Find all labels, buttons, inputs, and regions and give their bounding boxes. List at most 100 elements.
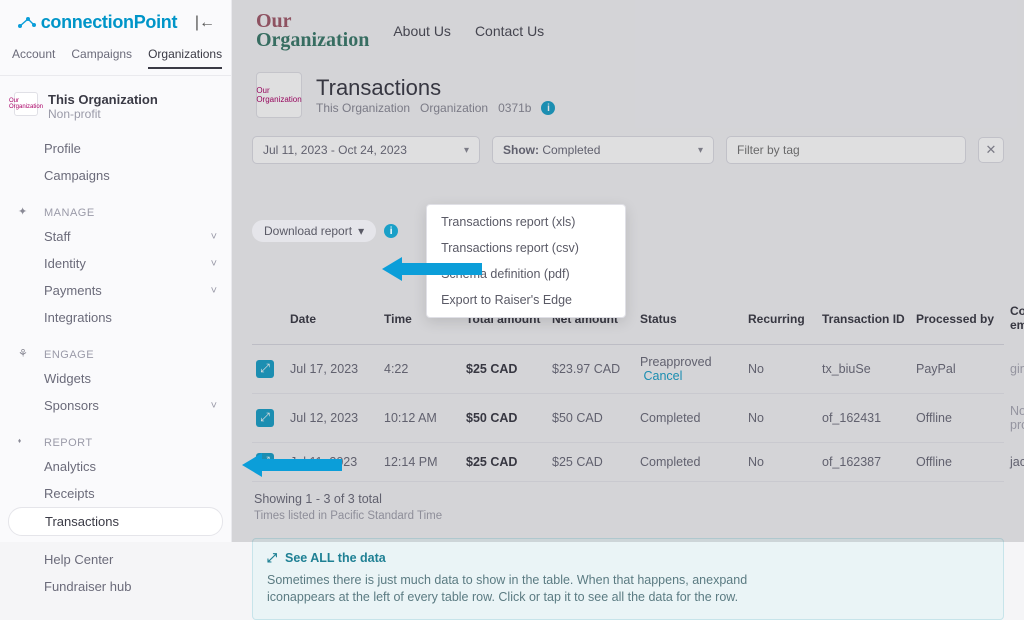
tab-account[interactable]: Account (12, 47, 55, 69)
nav-analytics[interactable]: Analytics (0, 453, 231, 480)
tools-icon: ✦ (18, 205, 28, 218)
filter-date-range[interactable]: Jul 11, 2023 - Oct 24, 2023▾ (252, 136, 480, 164)
cell-date: Jul 12, 2023 (290, 411, 376, 425)
nav-profile[interactable]: Profile (0, 135, 231, 162)
expand-row-icon[interactable]: ⤢ (256, 409, 274, 427)
cell-total: $25 CAD (466, 362, 544, 376)
chevron-down-icon: ˅ (211, 231, 217, 243)
cell-email: jackslack@cptest.me (1010, 455, 1024, 469)
cell-recurring: No (748, 362, 814, 376)
nav-sponsors[interactable]: Sponsors˅ (0, 392, 231, 419)
cell-time: 12:14 PM (384, 455, 458, 469)
cell-total: $25 CAD (466, 455, 544, 469)
th-date[interactable]: Date (290, 312, 376, 326)
nav-payments[interactable]: Payments˅ (0, 277, 231, 304)
org-avatar: Our Organization (14, 92, 38, 116)
info-icon[interactable]: i (541, 101, 555, 115)
tab-campaigns[interactable]: Campaigns (71, 47, 132, 69)
th-email[interactable]: Contributor email i (1010, 304, 1024, 334)
filter-tag-input[interactable] (726, 136, 966, 164)
menu-item-transactions-xls[interactable]: Transactions report (xls) (427, 209, 625, 235)
cell-processed: PayPal (916, 362, 1002, 376)
page-title: Transactions (316, 75, 555, 101)
nav-fundraiser-hub[interactable]: Fundraiser hub (0, 573, 231, 600)
chevron-down-icon: ˅ (211, 258, 217, 270)
nav-head-report: ⬪ REPORT (0, 429, 231, 453)
cell-txid: of_162431 (822, 411, 908, 425)
cell-net: $50 CAD (552, 411, 632, 425)
page-header: Our Organization Transactions This Organ… (232, 58, 1024, 128)
cell-net: $25 CAD (552, 455, 632, 469)
topnav-contact[interactable]: Contact Us (475, 23, 544, 39)
transactions-table: Date Time Total amount Net amount Status… (232, 294, 1024, 482)
info-icon[interactable]: i (384, 224, 398, 238)
expand-icon: ⤢ (267, 551, 277, 566)
cell-txid: of_162387 (822, 455, 908, 469)
nav-identity[interactable]: Identity˅ (0, 250, 231, 277)
nav-head-engage: ⚘ ENGAGE (0, 341, 231, 365)
caret-down-icon: ▾ (464, 145, 469, 156)
org-type: Non-profit (48, 107, 158, 121)
cell-email: None provided (1010, 404, 1024, 432)
sidebar: connectionPoint |← Account Campaigns Org… (0, 0, 232, 542)
org-brand: Our Organization (256, 12, 369, 50)
chart-icon: ⬪ (18, 435, 22, 448)
cell-txid: tx_biuSe (822, 362, 908, 376)
table-row: ⤢ Jul 17, 2023 4:22 $25 CAD $23.97 CAD P… (252, 345, 1004, 394)
cell-time: 10:12 AM (384, 411, 458, 425)
page-sub-org: This Organization (316, 101, 410, 115)
context-tabs: Account Campaigns Organizations Enterpri… (0, 41, 231, 76)
nav-integrations[interactable]: Integrations (0, 304, 231, 331)
cell-time: 4:22 (384, 362, 458, 376)
topnav-about[interactable]: About Us (393, 23, 451, 39)
filter-bar: Jul 11, 2023 - Oct 24, 2023▾ Show: Compl… (232, 128, 1024, 168)
download-report-button[interactable]: Download report▾ (252, 220, 376, 242)
site-top-nav: Our Organization About Us Contact Us (232, 0, 1024, 58)
table-row: ⤢ Jul 11, 2023 12:14 PM $25 CAD $25 CAD … (252, 443, 1004, 482)
cell-date: Jul 17, 2023 (290, 362, 376, 376)
cell-status: Preapproved Cancel (640, 355, 740, 383)
org-block: Our Organization This Organization Non-p… (0, 76, 231, 131)
callout-title: See ALL the data (285, 551, 386, 565)
menu-item-export-raisers-edge[interactable]: Export to Raiser's Edge (427, 287, 625, 313)
table-header-row: Date Time Total amount Net amount Status… (252, 294, 1004, 345)
page-avatar: Our Organization (256, 72, 302, 118)
table-row: ⤢ Jul 12, 2023 10:12 AM $50 CAD $50 CAD … (252, 394, 1004, 443)
th-status[interactable]: Status (640, 312, 740, 326)
nav-campaigns[interactable]: Campaigns (0, 162, 231, 189)
clear-tag-button[interactable]: ✕ (978, 137, 1004, 163)
th-txid[interactable]: Transaction ID (822, 312, 908, 326)
page-sub-type: Organization (420, 101, 488, 115)
nav-staff[interactable]: Staff˅ (0, 223, 231, 250)
sidebar-collapse-icon[interactable]: |← (195, 14, 215, 32)
info-callout: ⤢ See ALL the data Sometimes there is ju… (252, 538, 1004, 620)
chevron-down-icon: ˅ (211, 400, 217, 412)
nav-help-center[interactable]: Help Center (0, 546, 231, 573)
cell-net: $23.97 CAD (552, 362, 632, 376)
cell-total: $50 CAD (466, 411, 544, 425)
page-sub-id: 0371b (498, 101, 531, 115)
timezone-note: Times listed in Pacific Standard Time (232, 510, 1024, 532)
cell-processed: Offline (916, 411, 1002, 425)
table-footer: Showing 1 - 3 of 3 total (232, 482, 1024, 510)
cell-processed: Offline (916, 455, 1002, 469)
annotation-arrow (382, 254, 482, 284)
cancel-link[interactable]: Cancel (643, 369, 682, 383)
nav-widgets[interactable]: Widgets (0, 365, 231, 392)
cell-recurring: No (748, 455, 814, 469)
tab-organizations[interactable]: Organizations (148, 47, 222, 69)
nav-transactions[interactable]: Transactions (8, 507, 223, 536)
th-processed[interactable]: Processed by (916, 312, 1002, 326)
filter-status[interactable]: Show: Completed ▾ (492, 136, 714, 164)
th-recurring[interactable]: Recurring (748, 312, 814, 326)
callout-body: Sometimes there is just much data to sho… (267, 572, 787, 607)
cell-status: Completed (640, 455, 740, 469)
chevron-down-icon: ˅ (211, 285, 217, 297)
nav-receipts[interactable]: Receipts (0, 480, 231, 507)
app-logo[interactable]: connectionPoint (16, 12, 177, 33)
main-area: Our Organization About Us Contact Us Our… (232, 0, 1024, 542)
caret-down-icon: ▾ (358, 224, 364, 238)
caret-down-icon: ▾ (698, 145, 703, 156)
expand-row-icon[interactable]: ⤢ (256, 360, 274, 378)
people-icon: ⚘ (18, 347, 28, 360)
